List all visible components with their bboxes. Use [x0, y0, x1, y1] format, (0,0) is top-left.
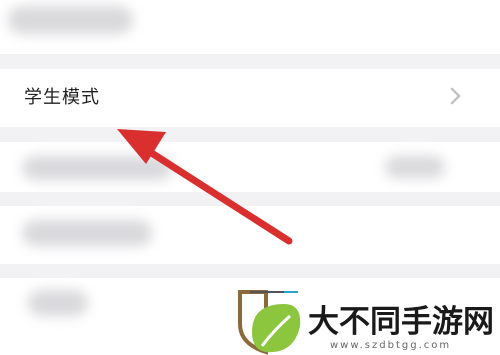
leaf-shield-logo-icon	[238, 290, 301, 355]
watermark-text: 大不同手游网	[308, 304, 494, 340]
settings-screen: 学生模式 大不同手游网 www.szdbtgg.com	[0, 0, 500, 355]
watermark-url: www.szdbtgg.com	[330, 340, 452, 351]
